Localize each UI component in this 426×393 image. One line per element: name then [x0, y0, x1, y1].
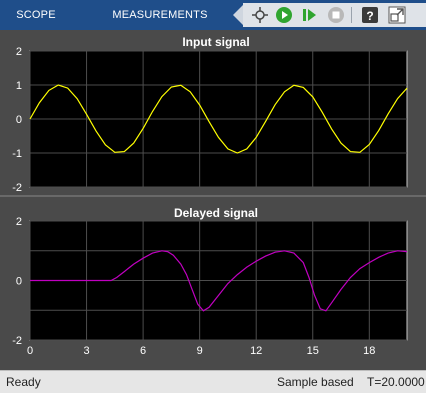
x-tick-label: 3	[83, 345, 89, 357]
highlight-simulink-block-button[interactable]	[249, 3, 271, 27]
input-signal-y-tick-label: -1	[12, 148, 22, 160]
input-signal-y-tick-label: 1	[16, 80, 22, 92]
scope-toolbar: SCOPE MEASUREMENTS ?	[0, 0, 426, 30]
quick-access-toolbar: ?	[243, 3, 426, 27]
delayed-signal-axes: Delayed signal -2 0 2 0 3 6 9 12 15 18	[12, 206, 408, 357]
input-signal-y-ticks: -2 -1 0 1 2	[12, 46, 22, 194]
x-axis-ticks: 0 3 6 9 12 15 18	[27, 345, 375, 357]
x-tick-label: 0	[27, 345, 33, 357]
x-tick-label: 12	[250, 345, 262, 357]
input-signal-y-tick-label: -2	[12, 182, 22, 194]
help-button[interactable]: ?	[359, 3, 381, 27]
stop-button[interactable]	[325, 3, 347, 27]
status-ready-text: Ready	[6, 375, 41, 389]
x-tick-label: 15	[307, 345, 319, 357]
status-time-text: T=20.0000	[367, 375, 425, 389]
input-signal-y-tick-label: 2	[16, 46, 22, 58]
scope-display[interactable]: Input signal -2-1012 Delayed signal -202…	[0, 30, 426, 370]
toolbar-divider	[351, 7, 352, 23]
delayed-signal-y-tick-label: 2	[16, 216, 22, 228]
delayed-signal-title: Delayed signal	[174, 206, 258, 220]
x-tick-label: 9	[197, 345, 203, 357]
status-mode-text: Sample based	[277, 375, 354, 389]
step-forward-button[interactable]	[298, 3, 320, 27]
run-button[interactable]	[273, 3, 295, 27]
delayed-signal-y-tick-label: -2	[12, 335, 22, 347]
input-signal-title: Input signal	[182, 35, 249, 49]
input-signal-axes: Input signal -2 -1 0 1 2	[12, 35, 408, 194]
x-tick-label: 6	[140, 345, 146, 357]
svg-text:?: ?	[366, 9, 373, 23]
step-forward-icon	[303, 9, 316, 21]
highlight-simulink-block-icon	[252, 7, 268, 23]
toolbar-separator	[233, 5, 243, 25]
status-bar: Ready Sample based T=20.0000	[0, 370, 426, 393]
tab-scope[interactable]: SCOPE	[0, 0, 72, 30]
input-signal-y-tick-label: 0	[16, 114, 22, 126]
undock-icon	[388, 6, 406, 24]
tab-measurements[interactable]: MEASUREMENTS	[104, 0, 216, 30]
run-icon	[276, 7, 292, 23]
delayed-signal-y-tick-label: 0	[16, 276, 22, 288]
help-icon: ?	[362, 7, 378, 23]
stop-icon	[328, 7, 344, 23]
x-tick-label: 18	[363, 345, 375, 357]
undock-button[interactable]	[386, 3, 408, 27]
delayed-signal-y-ticks: -2 0 2	[12, 216, 22, 347]
